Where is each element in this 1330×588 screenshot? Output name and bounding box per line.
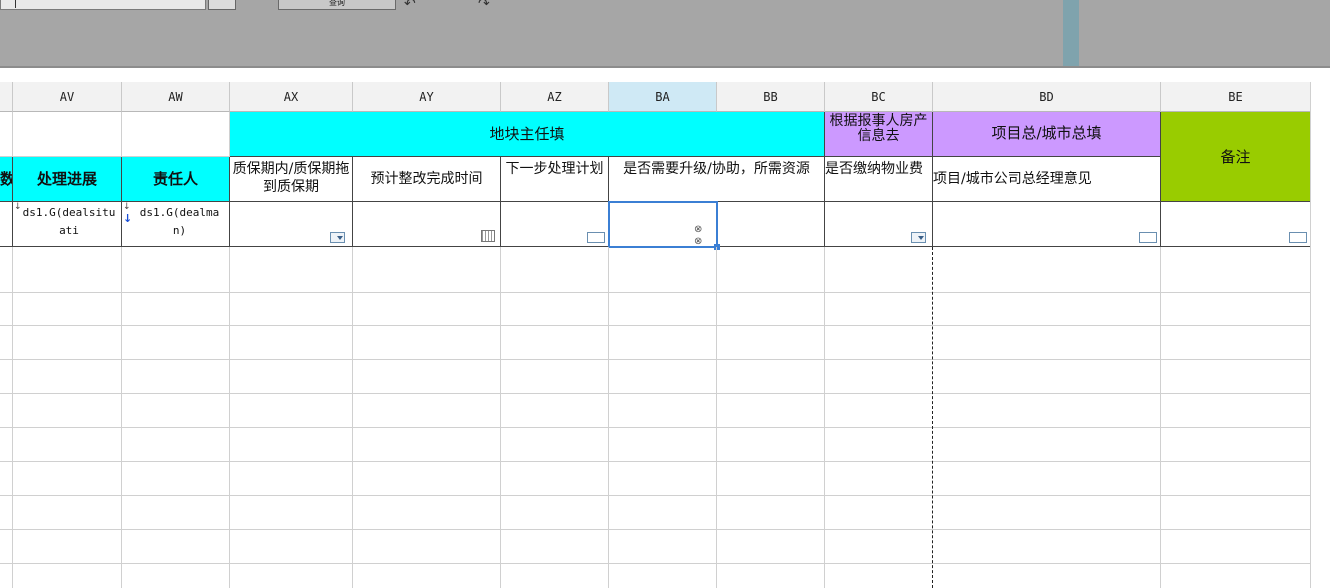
data-cell-finish-time[interactable] [353, 202, 501, 247]
col-line [824, 247, 825, 588]
clear-icon[interactable]: ⊗ [694, 236, 702, 247]
col-line [121, 247, 122, 588]
group-header-remark[interactable]: 备注 [1161, 112, 1311, 202]
toolbar-divider [1063, 0, 1079, 68]
gm-opinion-textbox[interactable] [1139, 232, 1157, 243]
toolbar: 查询 ↶ ↷ [0, 0, 1330, 68]
next-plan-textbox[interactable] [587, 232, 605, 243]
row-line [0, 529, 1311, 530]
group-header-project-city[interactable]: 项目总/城市总填 [933, 112, 1161, 157]
col-line [500, 247, 501, 588]
remark-textbox[interactable] [1289, 232, 1307, 243]
col-line [12, 247, 13, 588]
col-line [608, 247, 609, 588]
col-line [229, 247, 230, 588]
subheader-warranty[interactable]: 质保期内/质保期拖到质保期 [230, 157, 353, 202]
column-header-be[interactable]: BE [1161, 82, 1311, 112]
calendar-picker-icon[interactable] [208, 0, 236, 10]
data-cell-progress[interactable]: ds1.G(dealsituati [13, 202, 122, 247]
cell-aw-1[interactable] [122, 112, 230, 157]
calendar-icon[interactable] [481, 230, 495, 242]
filter-input[interactable] [0, 0, 206, 10]
arrow-down-icon: ↓ [123, 202, 131, 212]
column-header-au[interactable] [0, 82, 13, 112]
subheader-au[interactable]: 数 [0, 157, 13, 202]
subheader-property-fee[interactable]: 是否缴纳物业费 [825, 157, 933, 202]
column-header-bb[interactable]: BB [717, 82, 825, 112]
col-line [1160, 247, 1161, 588]
column-header-bd[interactable]: BD [933, 82, 1161, 112]
fill-handle[interactable] [714, 244, 720, 250]
row-line [0, 495, 1311, 496]
arrow-down-icon: ↓ [14, 202, 22, 212]
row-line [0, 393, 1311, 394]
page-break-line [932, 247, 933, 588]
row-line [0, 359, 1311, 360]
column-header-ba[interactable]: BA [609, 82, 717, 112]
subheader-finish-time[interactable]: 预计整改完成时间 [353, 157, 501, 202]
cell-av-1[interactable] [13, 112, 122, 157]
row-line [0, 427, 1311, 428]
data-cell-gm-opinion[interactable] [933, 202, 1161, 247]
data-cell-au[interactable] [0, 202, 13, 247]
redo-icon[interactable]: ↷ [478, 0, 490, 12]
subheader-upgrade-resources[interactable]: 是否需要升级/协助，所需资源 [609, 157, 825, 202]
subheader-next-plan[interactable]: 下一步处理计划 [501, 157, 609, 202]
property-fee-dropdown[interactable] [911, 232, 926, 243]
data-cell-owner[interactable]: ds1.G(dealman) [122, 202, 230, 247]
text-caret [15, 0, 16, 8]
column-header-ay[interactable]: AY [353, 82, 501, 112]
column-header-av[interactable]: AV [13, 82, 122, 112]
row-line [0, 292, 1311, 293]
subheader-progress[interactable]: 处理进展 [13, 157, 122, 202]
group-header-block-owner[interactable]: 地块主任填 [230, 112, 825, 157]
data-cell-bb[interactable] [717, 202, 825, 247]
row-line [0, 563, 1311, 564]
query-button[interactable]: 查询 [278, 0, 396, 10]
subheader-gm-opinion[interactable]: 项目/城市公司总经理意见 [933, 157, 1161, 202]
column-header-az[interactable]: AZ [501, 82, 609, 112]
grid-right-margin [1311, 68, 1330, 588]
expand-down-icon: ↓ [123, 212, 133, 225]
clear-icon[interactable]: ⊗ [694, 224, 702, 235]
group-header-report-info[interactable]: 根据报事人房产信息去 [825, 112, 933, 157]
row-line [0, 461, 1311, 462]
col-line [352, 247, 353, 588]
warranty-dropdown[interactable] [330, 232, 345, 243]
col-line [716, 247, 717, 588]
row-line [0, 325, 1311, 326]
cell-au-1[interactable] [0, 112, 13, 157]
column-header-aw[interactable]: AW [122, 82, 230, 112]
column-header-bc[interactable]: BC [825, 82, 933, 112]
undo-icon[interactable]: ↶ [404, 0, 416, 12]
subheader-owner[interactable]: 责任人 [122, 157, 230, 202]
toolbar-border [0, 66, 1330, 68]
column-header-ax[interactable]: AX [230, 82, 353, 112]
